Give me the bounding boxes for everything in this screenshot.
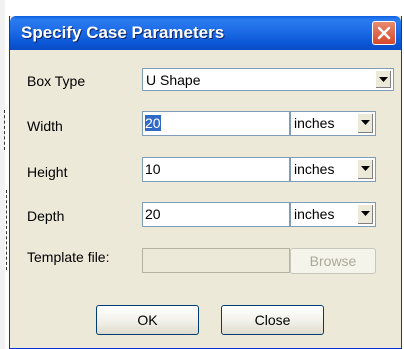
dialog-title: Specify Case Parameters [21, 23, 225, 42]
height-input[interactable]: 10 [142, 157, 290, 182]
depth-input[interactable]: 20 [142, 202, 290, 227]
box-type-value: U Shape [146, 72, 201, 88]
width-label: Width [27, 118, 63, 134]
title-bar[interactable]: Specify Case Parameters [10, 16, 401, 50]
width-value: 20 [145, 115, 161, 131]
browse-button[interactable]: Browse [290, 248, 376, 274]
background-dashed-line-2 [6, 190, 7, 270]
height-unit-select[interactable]: inches [290, 157, 376, 182]
template-file-input[interactable] [142, 248, 290, 273]
chevron-down-icon[interactable] [357, 113, 374, 134]
template-file-label: Template file: [27, 249, 110, 265]
ok-button[interactable]: OK [96, 305, 199, 335]
background-dashed-line [4, 110, 5, 150]
depth-unit-select[interactable]: inches [290, 202, 376, 227]
width-unit-value: inches [294, 115, 335, 131]
depth-unit-value: inches [294, 206, 335, 222]
chevron-down-icon[interactable] [375, 70, 392, 89]
box-type-label: Box Type [27, 73, 86, 89]
height-unit-value: inches [294, 161, 335, 177]
close-button[interactable]: Close [221, 305, 324, 335]
background-window-edge [0, 0, 5, 349]
case-parameters-dialog: Specify Case Parameters Box Type U Shape… [9, 16, 402, 349]
height-value: 10 [145, 161, 161, 177]
width-input[interactable]: 20 [142, 111, 290, 136]
width-unit-select[interactable]: inches [290, 111, 376, 136]
height-label: Height [27, 164, 68, 180]
depth-value: 20 [145, 206, 161, 222]
close-icon[interactable] [372, 21, 396, 45]
depth-label: Depth [27, 208, 65, 224]
chevron-down-icon[interactable] [357, 204, 374, 225]
box-type-select[interactable]: U Shape [142, 68, 394, 91]
chevron-down-icon[interactable] [357, 159, 374, 180]
